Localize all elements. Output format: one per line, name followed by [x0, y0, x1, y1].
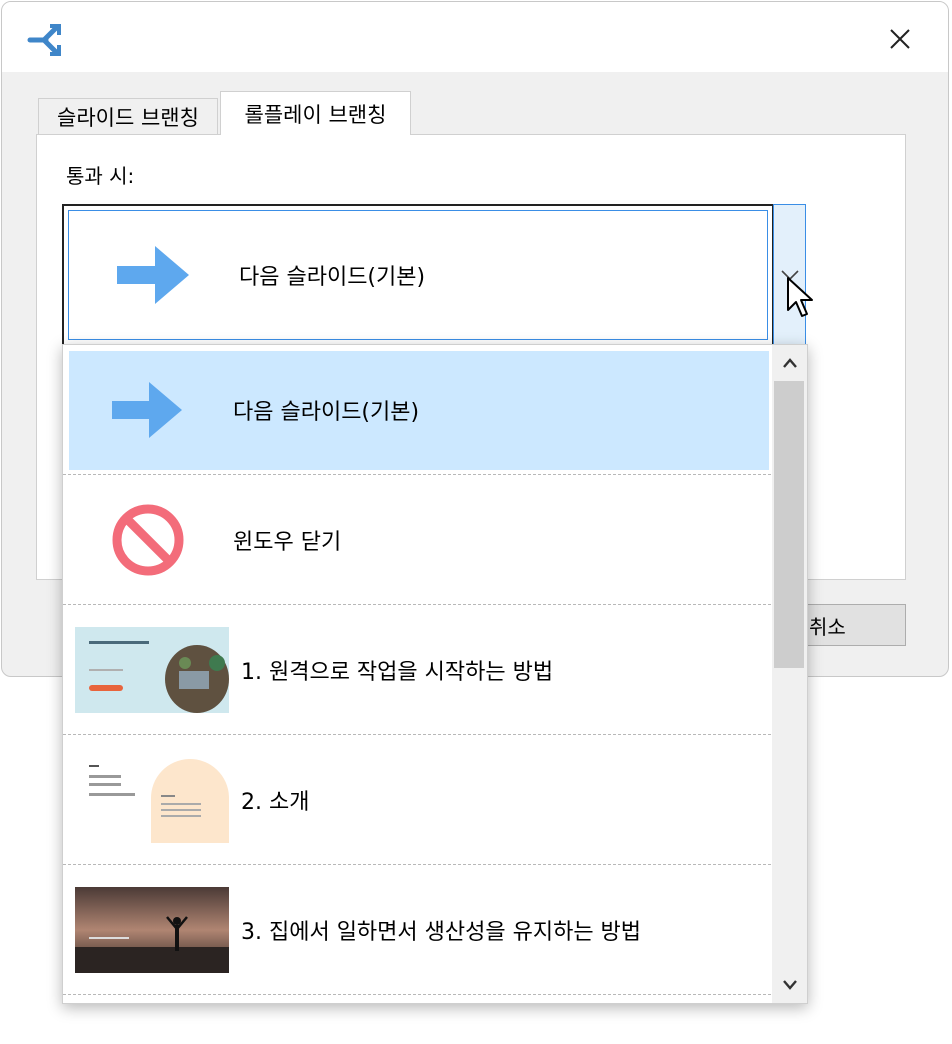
list-item[interactable]: 다음 슬라이드(기본)	[63, 345, 771, 475]
scroll-down-button[interactable]	[772, 967, 807, 1003]
cancel-label: 취소	[809, 614, 846, 639]
list-item[interactable]: 윈도우 닫기	[63, 475, 771, 605]
combo-item-icon	[69, 211, 239, 339]
item-label: 윈도우 닫기	[233, 529, 342, 555]
item-label: 다음 슬라이드(기본)	[233, 399, 420, 425]
arrow-right-icon	[112, 381, 182, 438]
chevron-down-icon	[781, 270, 799, 281]
item-label: 3. 집에서 일하면서 생산성을 유지하는 방법	[241, 919, 642, 945]
chevron-down-icon	[783, 980, 797, 990]
dropdown-items: 다음 슬라이드(기본) 윈도우 닫기 1. 원격으로 작업을 시작하는 방법 2…	[63, 345, 771, 995]
scroll-up-button[interactable]	[772, 345, 807, 381]
title-bar	[2, 2, 948, 72]
combobox-dropdown-button[interactable]	[773, 204, 806, 346]
item-icon	[63, 475, 233, 604]
close-button[interactable]	[872, 16, 928, 62]
pass-label: 통과 시:	[66, 164, 135, 188]
cancel-button[interactable]: 취소	[798, 604, 906, 646]
item-label: 2. 소개	[241, 789, 310, 815]
tab-slide-branching[interactable]: 슬라이드 브랜칭	[38, 98, 218, 134]
close-icon	[890, 29, 910, 49]
list-item[interactable]: 3. 집에서 일하면서 생산성을 유지하는 방법	[63, 865, 771, 995]
item-label: 1. 원격으로 작업을 시작하는 방법	[241, 659, 554, 685]
dropdown-list: 다음 슬라이드(기본) 윈도우 닫기 1. 원격으로 작업을 시작하는 방법 2…	[62, 344, 808, 1004]
combobox-value: 다음 슬라이드(기본)	[68, 210, 768, 340]
combo-selected-label: 다음 슬라이드(기본)	[239, 265, 426, 290]
tab-label: 슬라이드 브랜칭	[57, 105, 199, 130]
arrow-right-icon	[117, 246, 189, 304]
tab-label: 롤플레이 브랜칭	[244, 102, 387, 127]
slide-thumbnail	[75, 626, 229, 713]
slide-thumbnail	[75, 756, 229, 843]
chevron-up-icon	[783, 358, 797, 368]
mouse-pointer-icon	[787, 277, 813, 317]
dropdown-scrollbar[interactable]	[772, 345, 807, 1003]
slide-thumbnail	[75, 886, 229, 973]
item-icon	[63, 345, 233, 474]
no-entry-icon	[112, 504, 184, 575]
list-item[interactable]: 1. 원격으로 작업을 시작하는 방법	[63, 605, 771, 735]
scroll-thumb[interactable]	[774, 381, 804, 668]
tab-roleplay-branching[interactable]: 롤플레이 브랜칭	[220, 91, 411, 135]
list-item[interactable]: 2. 소개	[63, 735, 771, 865]
on-pass-combobox[interactable]: 다음 슬라이드(기본)	[62, 204, 774, 346]
branch-icon	[27, 24, 61, 56]
